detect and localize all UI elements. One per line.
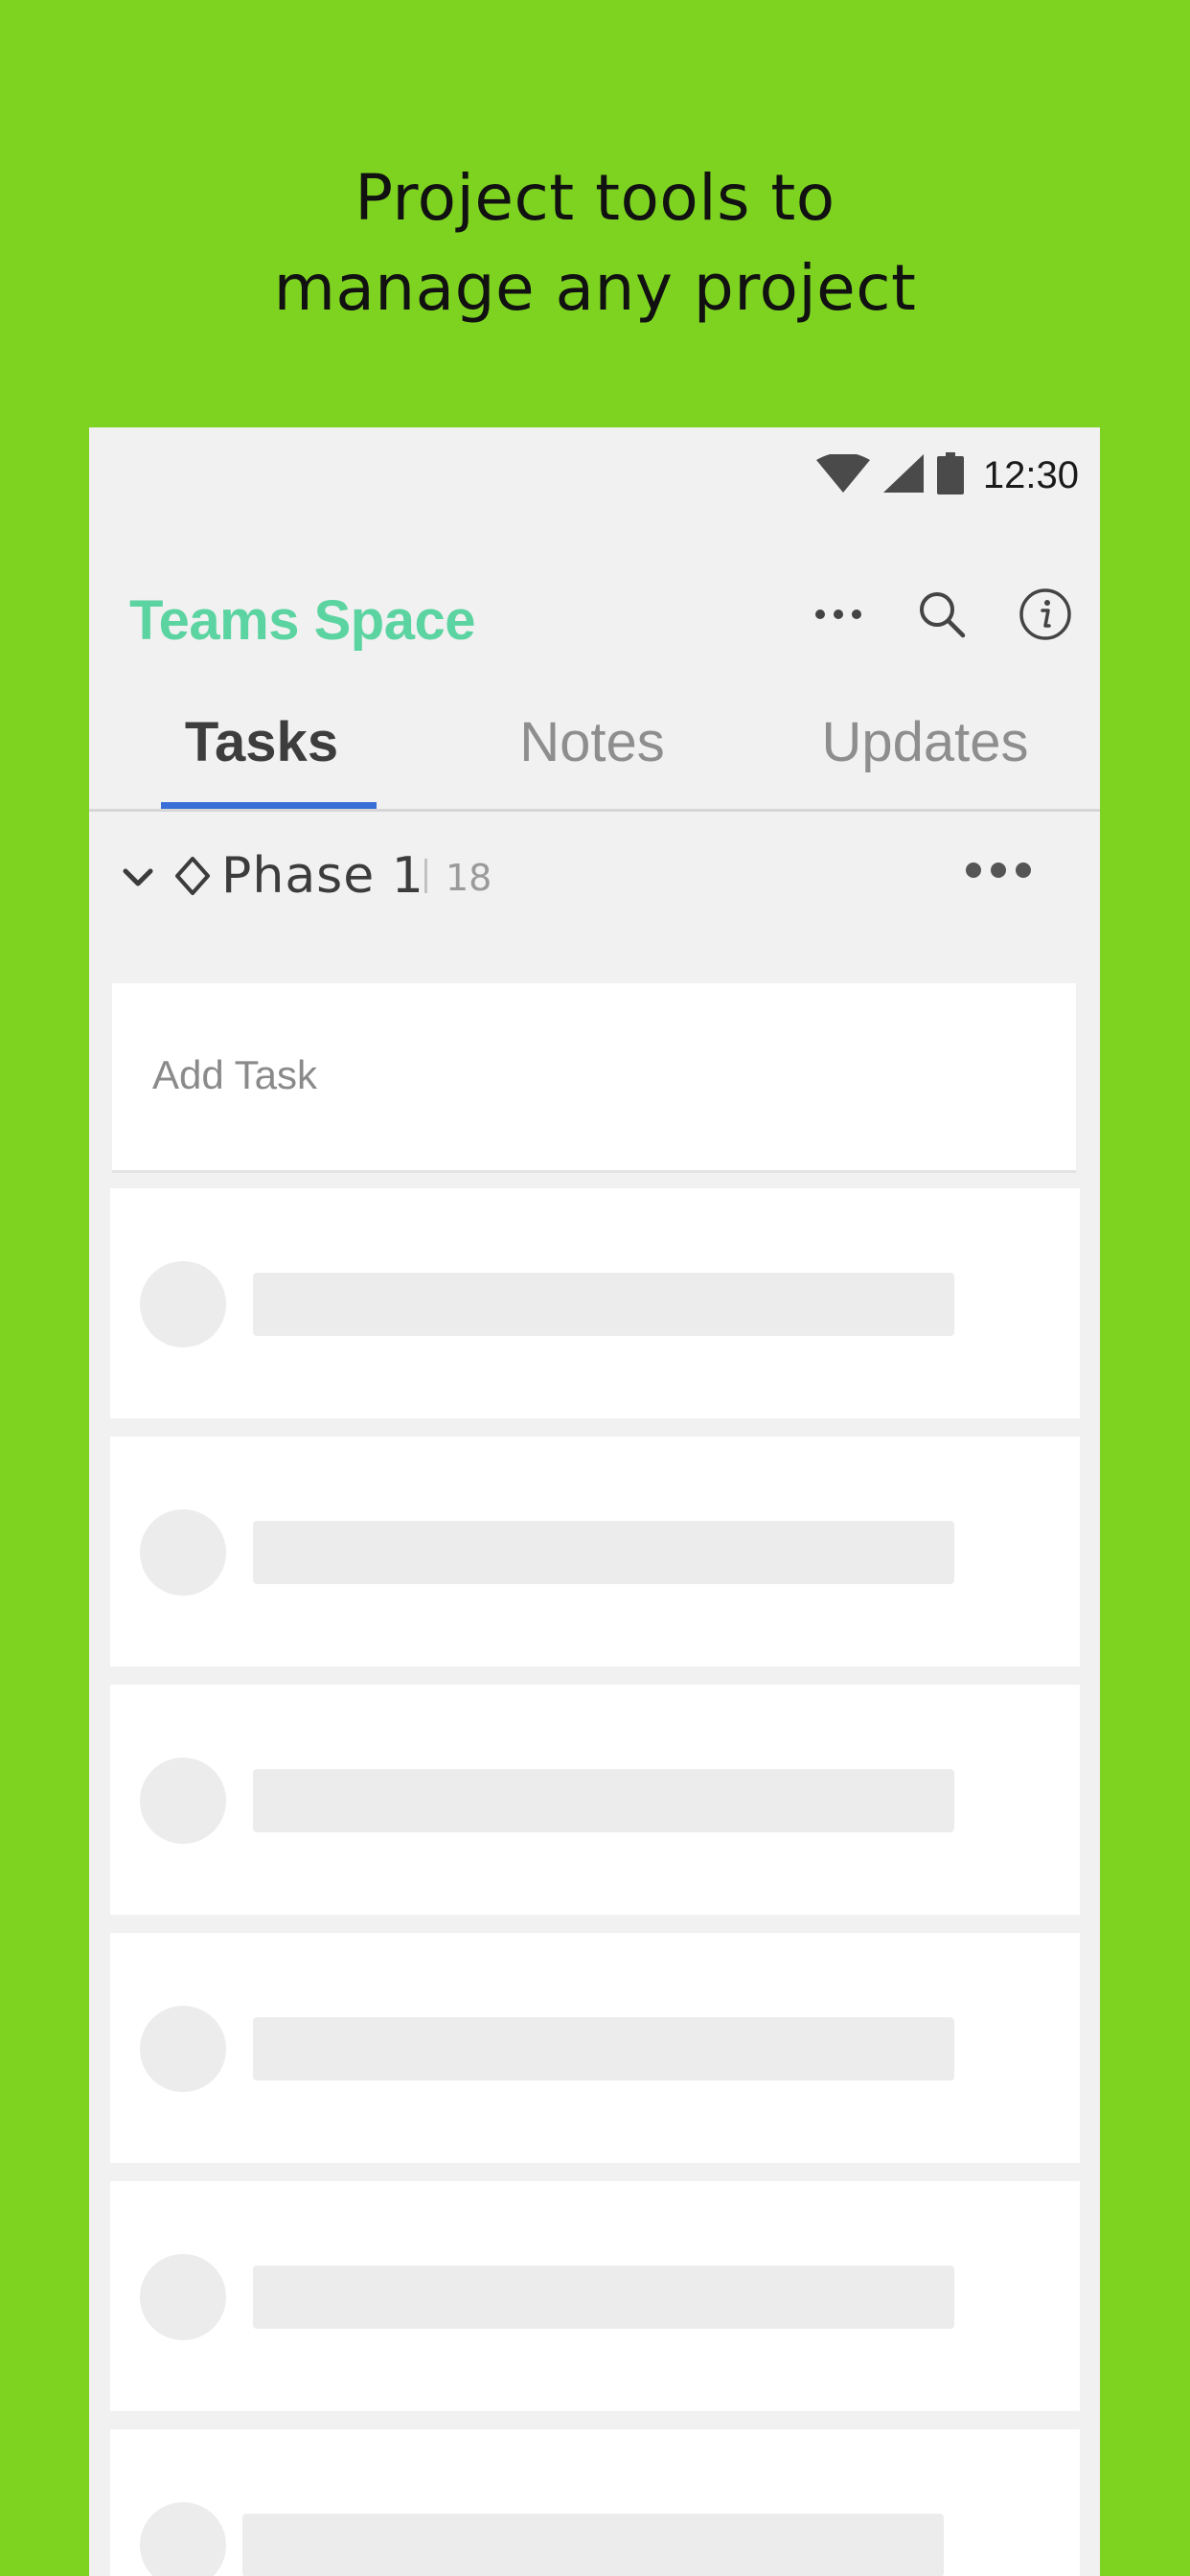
phase-header: Phase 1 18 [89, 830, 1100, 926]
app-bar: Teams Space [89, 562, 1100, 667]
battery-icon [936, 452, 964, 498]
avatar-placeholder [140, 1509, 226, 1596]
more-icon [815, 610, 861, 619]
promo-headline-line-2: manage any project [273, 251, 917, 325]
text-placeholder [253, 2266, 954, 2329]
text-placeholder [253, 1521, 954, 1584]
search-button[interactable] [914, 586, 970, 642]
task-card-placeholder [110, 1188, 1080, 1418]
avatar-placeholder [140, 1758, 226, 1844]
text-placeholder [253, 1769, 954, 1832]
cell-signal-icon [882, 454, 924, 496]
avatar-placeholder [140, 2006, 226, 2092]
status-bar: 12:30 [89, 427, 1100, 523]
phase-task-count: 18 [446, 857, 492, 899]
task-card-placeholder [110, 1933, 1080, 2163]
tab-updates[interactable]: Updates [750, 690, 1100, 809]
tab-notes[interactable]: Notes [434, 690, 750, 809]
status-icons: 12:30 [815, 452, 1079, 498]
task-card-placeholder [110, 1685, 1080, 1915]
app-title: Teams Space [129, 589, 475, 652]
search-icon [920, 592, 966, 638]
avatar-placeholder [140, 2502, 226, 2576]
chevron-down-icon[interactable] [122, 866, 154, 893]
active-tab-indicator [161, 802, 377, 809]
app-actions [811, 586, 1073, 642]
tab-updates-label: Updates [821, 711, 1029, 773]
text-placeholder [253, 2017, 954, 2081]
wifi-icon [815, 452, 870, 496]
more-options-button[interactable] [811, 586, 866, 642]
add-task-row [112, 983, 1076, 1173]
avatar-placeholder [140, 1261, 226, 1347]
avatar-placeholder [140, 2254, 226, 2340]
phase-title[interactable]: Phase 1 [221, 847, 424, 905]
tab-tasks[interactable]: Tasks [89, 690, 434, 809]
tab-tasks-label: Tasks [184, 711, 339, 773]
task-card-placeholder [110, 2181, 1080, 2411]
add-task-input[interactable] [150, 1041, 1017, 1110]
task-card-placeholder [110, 2429, 1080, 2576]
phase-more-icon[interactable] [964, 861, 1033, 884]
tab-bar: Tasks Notes Updates [89, 690, 1100, 812]
info-icon [1019, 588, 1071, 640]
tab-notes-label: Notes [519, 711, 665, 773]
text-placeholder [242, 2514, 944, 2576]
status-time: 12:30 [982, 453, 1079, 496]
promo-headline: Project tools to manage any project [0, 153, 1190, 334]
info-button[interactable] [1018, 586, 1073, 642]
promo-headline-line-1: Project tools to [355, 161, 835, 235]
text-placeholder [253, 1273, 954, 1336]
phone-screen: 12:30 Teams Space Tasks Notes Updates Ph… [89, 427, 1100, 2576]
diamond-icon [173, 855, 212, 901]
phase-divider [424, 859, 427, 893]
task-card-placeholder [110, 1437, 1080, 1667]
